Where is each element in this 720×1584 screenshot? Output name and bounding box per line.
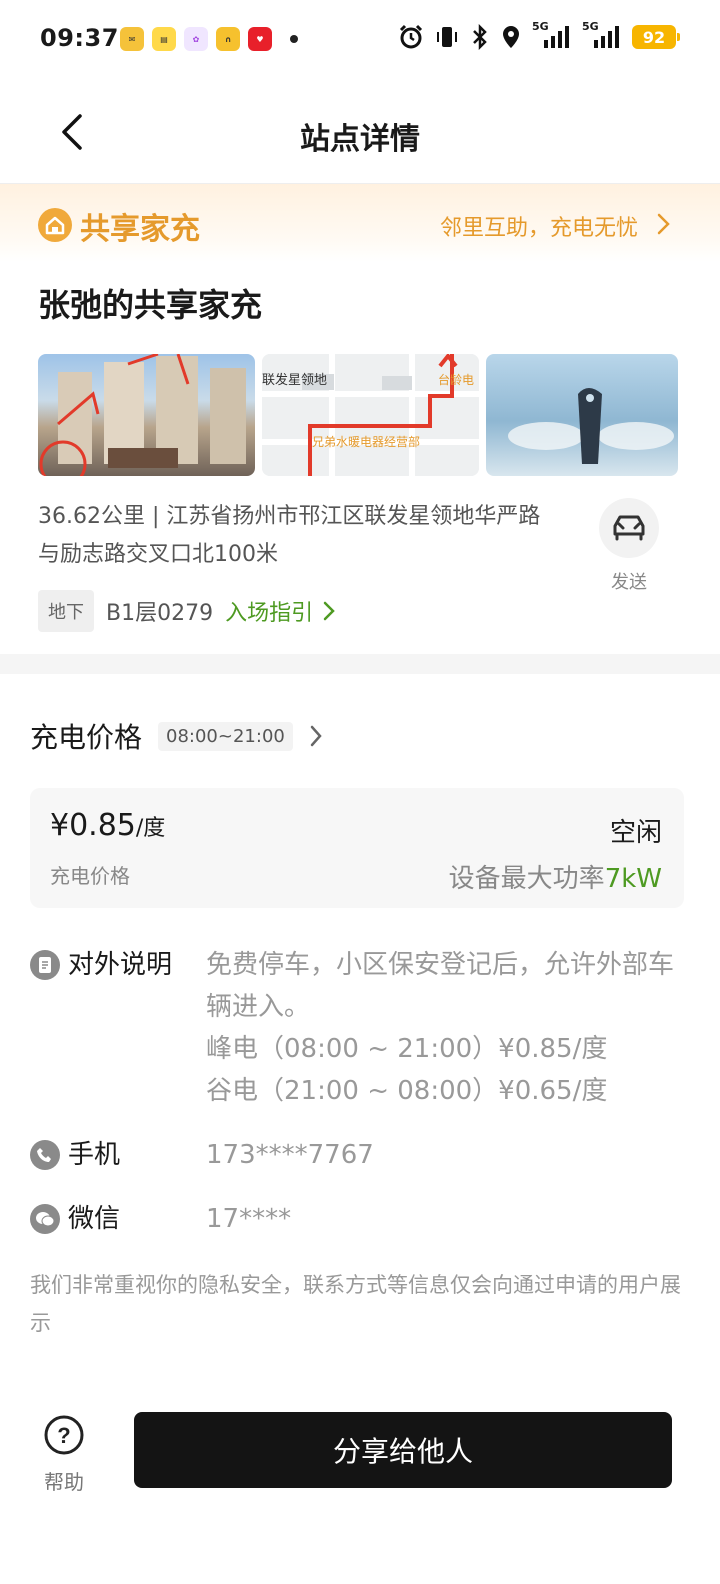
send-to-car-button[interactable]: 发送 <box>598 498 660 594</box>
description-row: 对外说明 免费停车，小区保安登记后，允许外部车辆进入。 峰电（08:00 ~ 2… <box>30 944 686 1112</box>
wechat-row: 微信 17**** <box>30 1198 686 1240</box>
max-power: 设备最大功率7kW <box>449 858 662 895</box>
car-app-icon: ∩ <box>216 27 240 51</box>
help-button[interactable]: ? 帮助 <box>38 1414 90 1495</box>
wechat-value: 17**** <box>206 1204 292 1234</box>
phone-value: 173****7767 <box>206 1140 374 1170</box>
description-label: 对外说明 <box>68 950 173 980</box>
map-label-2: 台龄电 <box>438 372 474 387</box>
alarm-icon <box>399 24 423 49</box>
price-value: ¥0.85/度 <box>50 808 165 843</box>
price-amount: ¥0.85 <box>50 808 136 843</box>
chevron-right-icon <box>323 601 335 621</box>
vibrate-icon <box>437 27 457 47</box>
cell-signal-2-icon: 5G <box>582 20 622 50</box>
network-type-2: 5G <box>582 20 599 33</box>
document-icon <box>30 950 60 980</box>
map-label-3: 兄弟水暖电器经营部 <box>312 434 420 449</box>
svg-text:?: ? <box>57 1423 70 1448</box>
description-line: 免费停车，小区保安登记后，允许外部车辆进入。 <box>206 950 675 1022</box>
station-name: 张弛的共享家充 <box>38 286 263 324</box>
photo-app-icon: ✿ <box>184 27 208 51</box>
car-icon <box>599 498 659 558</box>
peak-price-line: 峰电（08:00 ~ 21:00）¥0.85/度 <box>206 1034 608 1064</box>
page-title: 站点详情 <box>300 122 420 157</box>
notification-icons: ✉ ▤ ✿ ∩ ♥ <box>120 27 298 51</box>
clock: 09:37 <box>40 24 119 52</box>
description-text: 免费停车，小区保安登记后，允许外部车辆进入。 峰电（08:00 ~ 21:00）… <box>206 944 686 1112</box>
price-label: 充电价格 <box>50 864 130 888</box>
price-unit: /度 <box>135 816 166 841</box>
bluetooth-icon <box>473 24 487 50</box>
price-header[interactable]: 充电价格 08:00~21:00 <box>30 716 323 756</box>
price-time-range: 08:00~21:00 <box>158 721 293 751</box>
section-divider <box>0 654 720 674</box>
send-label: 发送 <box>611 572 647 593</box>
charger-status: 空闲 <box>609 818 662 848</box>
phone-label: 手机 <box>68 1140 121 1170</box>
shared-charger-banner[interactable]: 共享家充 邻里互助，充电无忧 <box>0 184 720 262</box>
shopping-app-icon: ♥ <box>248 27 272 51</box>
network-type-1: 5G <box>532 20 549 33</box>
location-icon <box>503 26 519 48</box>
battery-indicator: 92 <box>632 25 680 49</box>
wechat-label: 微信 <box>68 1204 121 1234</box>
map-label-1: 联发星领地 <box>262 372 327 387</box>
phone-row: 手机 173****7767 <box>30 1134 686 1176</box>
building-photo[interactable] <box>38 354 255 476</box>
entry-guide-link[interactable]: 入场指引 <box>225 595 313 627</box>
phone-icon <box>30 1140 60 1170</box>
privacy-notice: 我们非常重视你的隐私安全，联系方式等信息仅会向通过申请的用户展示 <box>30 1273 681 1335</box>
home-icon <box>38 208 72 242</box>
station-photo-gallery[interactable]: 联发星领地 台龄电 兄弟水暖电器经营部 <box>38 354 678 476</box>
navigation-bar: 站点详情 <box>0 80 720 184</box>
map-photo[interactable]: 联发星领地 台龄电 兄弟水暖电器经营部 <box>262 354 479 476</box>
banner-link[interactable]: 邻里互助，充电无忧 <box>440 210 638 242</box>
price-section-title: 充电价格 <box>30 721 143 754</box>
charger-photo[interactable] <box>486 354 678 476</box>
mail-app-icon: ✉ <box>120 27 144 51</box>
status-bar: 09:37 ✉ ▤ ✿ ∩ ♥ 5G 5G 92 <box>0 0 720 80</box>
more-notifications-dot <box>290 35 298 43</box>
share-button[interactable]: 分享给他人 <box>134 1412 672 1488</box>
valley-price-line: 谷电（21:00 ~ 08:00）¥0.65/度 <box>206 1076 608 1106</box>
wechat-icon <box>30 1204 60 1234</box>
max-power-value: 7kW <box>604 864 662 894</box>
station-address: 36.62公里 | 江苏省扬州市邗江区联发星领地华严路与励志路交叉口北100米 <box>38 504 541 567</box>
banner-title: 共享家充 <box>80 212 200 247</box>
system-icons: 5G 5G 92 <box>398 20 680 50</box>
cell-signal-1-icon: 5G <box>532 20 572 50</box>
chevron-right-icon <box>310 725 322 747</box>
help-icon: ? <box>44 1415 84 1455</box>
video-app-icon: ▤ <box>152 27 176 51</box>
parking-location: 地下 B1层0279 入场指引 <box>38 590 335 632</box>
parking-space-number: B1层0279 <box>106 601 214 626</box>
help-label: 帮助 <box>44 1470 84 1494</box>
floor-tag: 地下 <box>38 590 94 632</box>
max-power-label: 设备最大功率 <box>448 864 605 894</box>
price-card: ¥0.85/度 充电价格 空闲 设备最大功率7kW <box>30 788 684 908</box>
chevron-right-icon <box>657 213 670 235</box>
